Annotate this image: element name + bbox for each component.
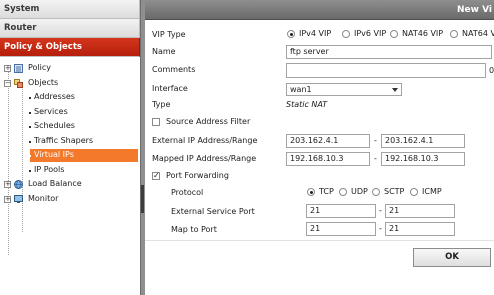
mapped-ip-start-input[interactable]: 192.168.10.3 bbox=[286, 152, 370, 166]
radio-protocol-tcp[interactable] bbox=[307, 188, 315, 196]
tree-label-objects: Objects bbox=[28, 77, 59, 87]
splitter-grip-handle[interactable] bbox=[141, 185, 144, 213]
bullet-icon bbox=[29, 97, 31, 99]
radio-ipv4-vip[interactable] bbox=[287, 30, 295, 38]
collapse-icon[interactable]: − bbox=[4, 79, 11, 87]
globe-icon bbox=[14, 180, 23, 189]
vip-type-label: VIP Type bbox=[152, 30, 186, 39]
tree-item-monitor[interactable]: + Monitor bbox=[0, 192, 140, 207]
navigation-pane: System Router Policy & Objects + Policy … bbox=[0, 0, 140, 295]
tree-item-services[interactable]: Services bbox=[0, 105, 140, 120]
bullet-icon bbox=[29, 126, 31, 128]
bullet-icon bbox=[29, 111, 31, 114]
map-port-end-input[interactable]: 21 bbox=[385, 222, 455, 236]
tree-item-load-balance[interactable]: + Load Balance bbox=[0, 177, 140, 192]
dialog-title: New Vi bbox=[457, 5, 492, 15]
radio-protocol-tcp-label: TCP bbox=[319, 187, 334, 196]
tree-item-addresses[interactable]: Addresses bbox=[0, 90, 140, 105]
radio-protocol-icmp-label: ICMP bbox=[422, 187, 442, 196]
map-to-port-label: Map to Port bbox=[171, 225, 217, 234]
external-ip-end-input[interactable]: 203.162.4.1 bbox=[381, 134, 465, 148]
port-forwarding-label: Port Forwarding bbox=[166, 171, 229, 180]
radio-nat46-vip-label: NAT46 VIP bbox=[402, 29, 444, 38]
name-input[interactable]: ftp server bbox=[286, 45, 492, 59]
radio-protocol-udp[interactable] bbox=[339, 188, 347, 196]
monitor-icon bbox=[14, 194, 23, 203]
tree-item-traffic-shapers[interactable]: Traffic Shapers bbox=[0, 134, 140, 149]
range-dash: - bbox=[379, 224, 382, 233]
new-virtual-ip-dialog: New Vi VIP Type IPv4 VIP IPv6 VIP NAT46 … bbox=[145, 0, 494, 295]
source-address-filter-checkbox[interactable] bbox=[152, 118, 160, 126]
dialog-titlebar: New Vi bbox=[145, 0, 494, 20]
radio-ipv6-vip[interactable] bbox=[342, 30, 350, 38]
navigation-tree: + Policy − Objects Addresses Services Sc… bbox=[0, 57, 140, 255]
radio-nat64-vip-label: NAT64 V bbox=[462, 29, 494, 38]
name-label: Name bbox=[152, 47, 176, 56]
external-port-start-input[interactable]: 21 bbox=[306, 204, 376, 218]
tree-item-ip-pools[interactable]: IP Pools bbox=[0, 163, 140, 178]
tree-label-addresses: Addresses bbox=[34, 92, 75, 101]
type-value: Static NAT bbox=[286, 100, 328, 109]
tree-label-monitor: Monitor bbox=[28, 193, 59, 203]
bullet-icon bbox=[29, 155, 31, 157]
interface-select[interactable]: wan1 bbox=[286, 83, 402, 96]
tree-label-load-balance: Load Balance bbox=[28, 179, 82, 188]
tree-item-schedules[interactable]: Schedules bbox=[0, 119, 140, 134]
ok-button[interactable]: OK bbox=[413, 248, 491, 267]
comments-label: Comments bbox=[152, 65, 196, 74]
mapped-ip-end-input[interactable]: 192.168.10.3 bbox=[381, 152, 465, 166]
range-dash: - bbox=[374, 154, 377, 163]
bullet-icon bbox=[29, 169, 31, 172]
policy-icon bbox=[14, 64, 23, 73]
external-ip-start-input[interactable]: 203.162.4.1 bbox=[286, 134, 370, 148]
tree-item-virtual-ips[interactable]: Virtual IPs bbox=[0, 148, 140, 163]
radio-ipv4-vip-label: IPv4 VIP bbox=[299, 29, 332, 38]
radio-nat64-vip[interactable] bbox=[450, 30, 458, 38]
comments-char-counter: 0 bbox=[489, 66, 494, 75]
tree-item-objects[interactable]: − Objects bbox=[0, 76, 140, 91]
expand-icon[interactable]: + bbox=[4, 181, 11, 188]
nav-section-system[interactable]: System bbox=[0, 0, 140, 19]
tree-item-policy[interactable]: + Policy bbox=[0, 61, 140, 76]
range-dash: - bbox=[374, 136, 377, 145]
tree-label-schedules: Schedules bbox=[34, 121, 75, 130]
range-dash: - bbox=[379, 206, 382, 215]
radio-ipv6-vip-label: IPv6 VIP bbox=[354, 29, 387, 38]
external-port-end-input[interactable]: 21 bbox=[385, 204, 455, 218]
source-address-filter-label: Source Address Filter bbox=[166, 117, 251, 126]
interface-label: Interface bbox=[152, 84, 188, 93]
nav-section-policy-objects[interactable]: Policy & Objects bbox=[0, 38, 140, 57]
map-port-start-input[interactable]: 21 bbox=[306, 222, 376, 236]
mapped-ip-label: Mapped IP Address/Range bbox=[152, 154, 257, 163]
port-forwarding-checkbox[interactable]: ✓ bbox=[152, 172, 160, 180]
objects-icon bbox=[14, 78, 23, 88]
nav-section-router[interactable]: Router bbox=[0, 19, 140, 38]
tree-label-ip-pools: IP Pools bbox=[34, 164, 65, 174]
type-label: Type bbox=[152, 100, 171, 109]
bullet-icon bbox=[29, 140, 31, 143]
external-ip-label: External IP Address/Range bbox=[152, 136, 258, 145]
protocol-label: Protocol bbox=[171, 188, 204, 197]
expand-icon[interactable]: + bbox=[4, 195, 11, 203]
dialog-footer-divider bbox=[145, 240, 494, 241]
radio-protocol-udp-label: UDP bbox=[351, 187, 368, 196]
chevron-down-icon bbox=[392, 88, 398, 92]
tree-label-policy: Policy bbox=[28, 63, 52, 72]
expand-icon[interactable]: + bbox=[4, 65, 11, 72]
interface-select-value: wan1 bbox=[290, 85, 312, 94]
tree-label-virtual-ips: Virtual IPs bbox=[34, 150, 74, 159]
comments-input[interactable] bbox=[286, 63, 486, 78]
radio-nat46-vip[interactable] bbox=[390, 30, 398, 38]
tree-label-services: Services bbox=[34, 106, 68, 116]
radio-protocol-icmp[interactable] bbox=[410, 188, 418, 196]
radio-protocol-sctp[interactable] bbox=[372, 188, 380, 196]
external-service-port-label: External Service Port bbox=[171, 207, 255, 216]
tree-label-traffic-shapers: Traffic Shapers bbox=[34, 135, 94, 145]
radio-protocol-sctp-label: SCTP bbox=[384, 187, 405, 196]
